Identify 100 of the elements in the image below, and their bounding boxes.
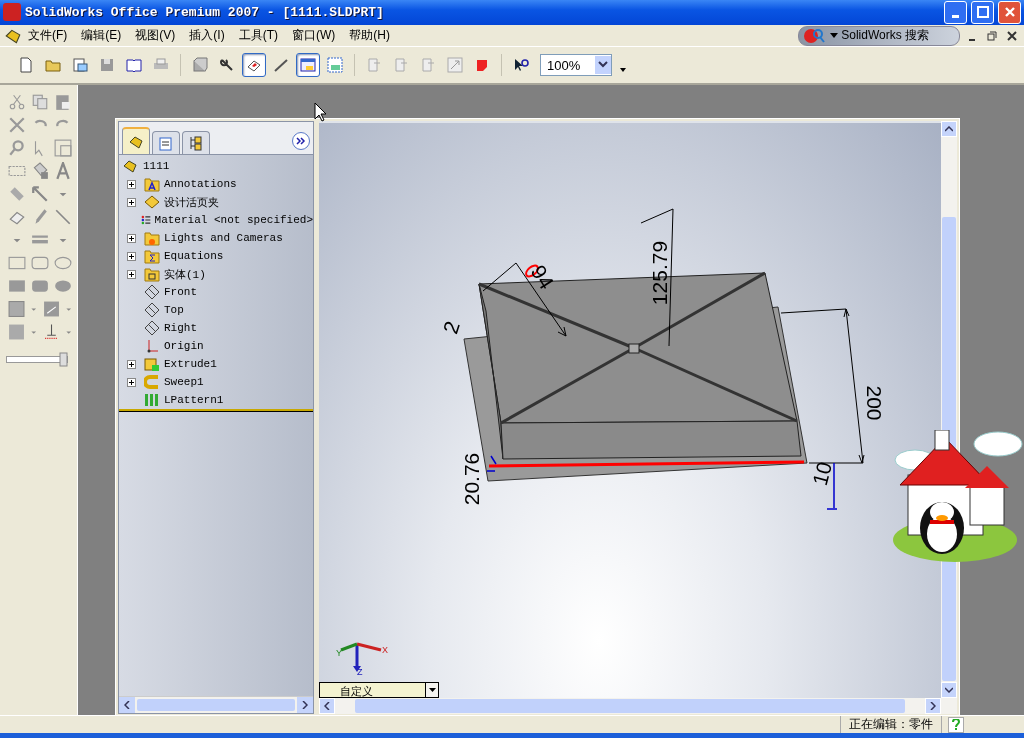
- windows-icon: [327, 57, 343, 74]
- menu-item[interactable]: 插入(I): [183, 25, 231, 47]
- close-button[interactable]: [998, 0, 1021, 24]
- tree-item[interactable]: Lights and Cameras: [164, 232, 283, 244]
- chevron-down-icon: [598, 61, 608, 70]
- shadow-icon[interactable]: [8, 323, 26, 341]
- tree-item[interactable]: LPattern1: [164, 394, 224, 406]
- expand-icon[interactable]: [127, 251, 136, 261]
- tree-item[interactable]: Annotations: [164, 178, 237, 190]
- cross-icon[interactable]: [8, 116, 26, 134]
- panel-tab[interactable]: [152, 131, 180, 154]
- line-icon: [273, 57, 289, 74]
- fill-color-icon[interactable]: [8, 300, 26, 318]
- frame-icon[interactable]: [54, 139, 72, 157]
- dimension-label[interactable]: 94: [526, 260, 559, 293]
- tree-item[interactable]: Sweep1: [164, 376, 204, 388]
- page-arrow-icon: [420, 57, 436, 74]
- diamond-icon: [144, 194, 160, 210]
- tree-item[interactable]: 实体(1): [164, 266, 206, 282]
- axis-label: X: [382, 645, 388, 655]
- filled-ellipse-icon[interactable]: [54, 277, 72, 295]
- minimize-button[interactable]: [944, 0, 967, 24]
- axis-label: Y: [336, 648, 342, 658]
- horizontal-scrollbar[interactable]: [119, 696, 313, 713]
- menu-item[interactable]: 窗口(W): [286, 25, 342, 47]
- tree-item[interactable]: Extrude1: [164, 358, 217, 370]
- dimension-label[interactable]: 125.79: [647, 240, 671, 306]
- line-icon[interactable]: [54, 208, 72, 226]
- selected-edge[interactable]: [489, 460, 804, 468]
- plane-icon: [144, 284, 160, 300]
- paint-bucket-icon[interactable]: [31, 162, 49, 180]
- menu-item[interactable]: 工具(T): [232, 25, 284, 47]
- close-icon: [1003, 6, 1016, 19]
- scissors-icon[interactable]: [8, 93, 26, 111]
- dimension-label[interactable]: 200: [863, 385, 887, 421]
- help-button[interactable]: [948, 716, 964, 733]
- page-icon: [18, 57, 34, 74]
- slider-thumb[interactable]: [59, 352, 68, 367]
- chevron-down-icon: [945, 687, 953, 693]
- chevron-left-icon: [324, 702, 330, 710]
- body-folder-icon: [144, 266, 160, 282]
- menu-item[interactable]: 帮助(H): [343, 25, 396, 47]
- pattern-icon: [144, 392, 160, 408]
- tree-item[interactable]: Top: [164, 304, 184, 316]
- sweep-icon: [144, 374, 160, 390]
- expand-icon[interactable]: [127, 197, 136, 207]
- plane-icon: [144, 320, 160, 336]
- maximize-button[interactable]: [971, 0, 994, 24]
- zoom-dropdown[interactable]: 100%: [540, 54, 612, 77]
- tree-item[interactable]: Right: [164, 322, 197, 334]
- expand-panel-button[interactable]: [292, 132, 310, 150]
- page-arrow-icon: [393, 57, 409, 74]
- rounded-rectangle-icon[interactable]: [31, 254, 49, 272]
- copy-icon[interactable]: [31, 93, 49, 111]
- minimize-icon: [969, 38, 975, 41]
- search-field[interactable]: SolidWorks 搜索: [798, 25, 960, 46]
- menu-item[interactable]: 文件(F): [22, 25, 74, 47]
- axis-label: Z: [357, 667, 363, 677]
- zoom-icon[interactable]: [8, 139, 26, 157]
- ellipse-icon[interactable]: [54, 254, 72, 272]
- tree-item[interactable]: Equations: [164, 250, 224, 262]
- book-icon: [126, 57, 142, 74]
- tree-item[interactable]: Material <not specified>: [154, 214, 313, 226]
- minimize-icon: [952, 14, 959, 18]
- dimension-label[interactable]: 2: [438, 318, 464, 337]
- view-orientation-dropdown[interactable]: 自定义: [319, 682, 439, 698]
- expand-icon[interactable]: [127, 233, 136, 243]
- filled-rectangle-icon[interactable]: [8, 277, 26, 295]
- app-logo-icon: [3, 3, 21, 22]
- expand-icon[interactable]: [127, 179, 136, 189]
- line-color-icon[interactable]: [42, 300, 60, 318]
- menu-item[interactable]: 编辑(E): [75, 25, 128, 47]
- expand-icon[interactable]: [127, 359, 136, 369]
- panel-tab[interactable]: [182, 131, 210, 154]
- plane-icon: [144, 302, 160, 318]
- annotation-folder-icon: [144, 176, 160, 192]
- clipboard-icon[interactable]: [54, 93, 72, 111]
- expand-icon[interactable]: [127, 269, 136, 279]
- window-icon: [300, 57, 316, 74]
- maximize-icon: [976, 6, 989, 19]
- filled-rounded-rectangle-icon[interactable]: [31, 277, 49, 295]
- menu-item[interactable]: 视图(V): [129, 25, 182, 47]
- anchor-icon[interactable]: [42, 323, 60, 341]
- panel-tab[interactable]: [122, 127, 150, 154]
- dimension-label[interactable]: 20.76: [459, 452, 483, 506]
- tree-item[interactable]: 1111: [143, 160, 170, 172]
- expand-icon[interactable]: [127, 377, 136, 387]
- restore-icon: [987, 30, 997, 41]
- extrude-icon: [144, 356, 160, 372]
- rectangle-icon[interactable]: [8, 254, 26, 272]
- tree-item[interactable]: 设计活页夹: [164, 194, 219, 210]
- tree-item[interactable]: Front: [164, 286, 197, 298]
- dimension-label[interactable]: 10: [808, 459, 837, 488]
- tree-item[interactable]: Origin: [164, 340, 204, 352]
- horizontal-scrollbar[interactable]: [319, 698, 957, 714]
- arrow-icon[interactable]: [31, 185, 49, 203]
- text-icon[interactable]: [54, 162, 72, 180]
- caret-icon: [428, 687, 436, 693]
- lights-folder-icon: [144, 230, 160, 246]
- window-title: SolidWorks Office Premium 2007 - [1111.SLDPRT]: [25, 4, 385, 20]
